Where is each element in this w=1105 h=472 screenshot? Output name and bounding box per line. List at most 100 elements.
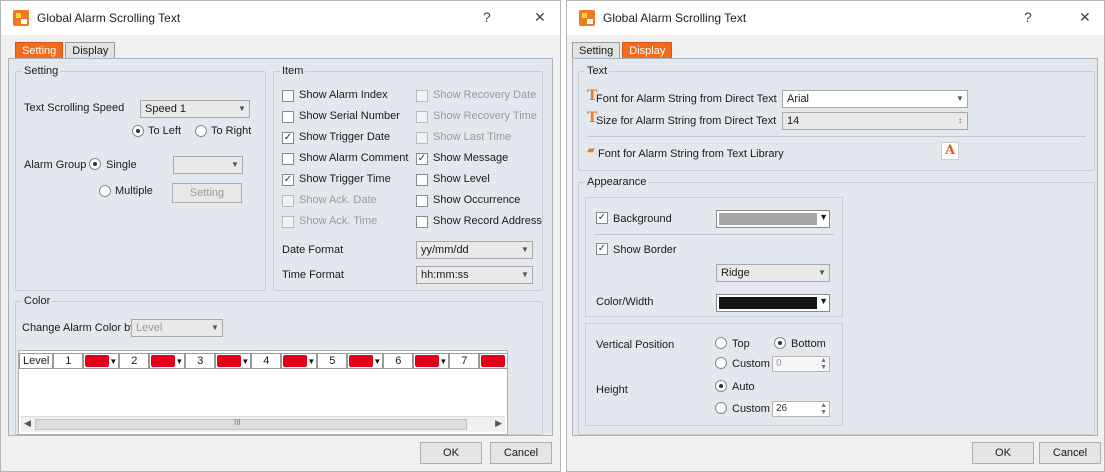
window-title: Global Alarm Scrolling Text: [603, 11, 747, 25]
tab-setting[interactable]: Setting: [15, 42, 64, 59]
close-icon[interactable]: ✕: [534, 9, 546, 26]
level-color-picker[interactable]: ▼: [215, 353, 252, 369]
ok-button[interactable]: OK: [972, 442, 1034, 464]
item-checkbox[interactable]: ✓: [416, 153, 428, 165]
tab-setting[interactable]: Setting: [572, 42, 621, 59]
custom-height-radio[interactable]: [715, 402, 727, 414]
scroll-grip: III: [234, 418, 241, 427]
item-checkbox[interactable]: [282, 195, 294, 207]
change-color-by-select[interactable]: Level ▼: [131, 319, 223, 337]
setting-group-title: Setting: [22, 65, 61, 77]
text-group: Text T Font for Alarm String from Direct…: [578, 65, 1095, 171]
level-number: 2: [119, 353, 150, 369]
item-checkbox-label: Show Record Address: [433, 215, 542, 227]
app-icon: [579, 10, 595, 26]
speed-select[interactable]: Speed 1 ▼: [140, 100, 250, 118]
chevron-down-icon: ▼: [521, 270, 529, 279]
item-checkbox[interactable]: [282, 90, 294, 102]
level-color-picker[interactable]: ▼: [413, 353, 450, 369]
tab-content: Setting Text Scrolling Speed Speed 1 ▼ T…: [8, 58, 553, 436]
ok-button[interactable]: OK: [420, 442, 482, 464]
tab-display[interactable]: Display: [65, 42, 116, 59]
border-color-picker[interactable]: ▼: [716, 294, 830, 312]
show-border-checkbox[interactable]: ✓: [596, 243, 608, 255]
change-color-by-label: Change Alarm Color by: [22, 322, 136, 334]
background-color-picker[interactable]: ▼: [716, 210, 830, 228]
alarm-group-setting-button[interactable]: Setting: [172, 183, 242, 203]
chevron-down-icon: ▼: [373, 356, 382, 366]
single-radio[interactable]: [89, 158, 101, 170]
font-picker-icon[interactable]: A: [941, 142, 959, 160]
tab-display-label: Display: [629, 45, 666, 57]
level-number: 7: [449, 353, 480, 369]
custom-position-value: 0: [776, 358, 782, 369]
to-left-label: To Left: [148, 125, 182, 137]
top-radio[interactable]: [715, 337, 727, 349]
item-checkbox[interactable]: ✓: [282, 132, 294, 144]
scroll-left-icon[interactable]: ◀: [24, 418, 31, 429]
item-checkbox[interactable]: ✓: [282, 174, 294, 186]
font-library-label: Font for Alarm String from Text Library: [598, 148, 784, 160]
item-checkbox[interactable]: [282, 153, 294, 165]
background-border-panel: ✓ Background ▼ ✓ Show Border Ridge ▼ Col…: [585, 197, 843, 317]
item-checkbox-label: Show Occurrence: [433, 194, 521, 206]
custom-position-radio[interactable]: [715, 357, 727, 369]
multiple-label: Multiple: [115, 185, 153, 197]
scroll-thumb[interactable]: III: [35, 418, 467, 430]
size-direct-spinner[interactable]: 14 ↕: [782, 112, 968, 130]
color-width-label: Color/Width: [596, 296, 654, 308]
level-color-picker[interactable]: ▼: [479, 353, 507, 369]
level-color-picker[interactable]: ▼: [347, 353, 384, 369]
to-left-radio[interactable]: [132, 125, 144, 137]
item-checkbox[interactable]: [282, 111, 294, 123]
help-button[interactable]: ?: [483, 9, 491, 25]
item-checkbox[interactable]: [416, 174, 428, 186]
alarm-group-select[interactable]: ▼: [173, 156, 243, 174]
level-number: 4: [251, 353, 282, 369]
scroll-right-icon[interactable]: ▶: [495, 418, 502, 429]
auto-height-radio[interactable]: [715, 380, 727, 392]
tab-strip: Setting Display: [15, 42, 117, 59]
custom-height-spinner[interactable]: 26 ▲ ▼: [772, 401, 830, 417]
help-button[interactable]: ?: [1024, 9, 1032, 25]
item-checkbox-label: Show Ack. Date: [299, 194, 377, 206]
dialog-display: Global Alarm Scrolling Text ? ✕ Setting …: [566, 0, 1105, 472]
custom-position-spinner[interactable]: 0 ▲ ▼: [772, 356, 830, 372]
background-checkbox[interactable]: ✓: [596, 212, 608, 224]
font-direct-select[interactable]: Arial ▼: [782, 90, 968, 108]
level-number: 1: [53, 353, 84, 369]
item-checkbox[interactable]: [416, 132, 428, 144]
time-format-select[interactable]: hh:mm:ss ▼: [416, 266, 533, 284]
item-checkbox-label: Show Last Time: [433, 131, 512, 143]
tab-display[interactable]: Display: [622, 42, 673, 59]
level-color-swatch: [415, 355, 440, 367]
chevron-down-icon: ▼: [238, 104, 246, 113]
border-style-value: Ridge: [721, 267, 750, 279]
level-color-picker[interactable]: ▼: [83, 353, 120, 369]
multiple-radio[interactable]: [99, 185, 111, 197]
item-checkbox[interactable]: [282, 216, 294, 228]
tab-strip: Setting Display: [572, 42, 674, 59]
show-border-label: Show Border: [613, 244, 677, 256]
item-checkbox[interactable]: [416, 90, 428, 102]
separator: [587, 136, 1086, 137]
item-checkbox[interactable]: [416, 111, 428, 123]
item-checkbox[interactable]: [416, 195, 428, 207]
level-color-picker[interactable]: ▼: [281, 353, 318, 369]
date-format-select[interactable]: yy/mm/dd ▼: [416, 241, 533, 259]
border-style-select[interactable]: Ridge ▼: [716, 264, 830, 282]
close-icon[interactable]: ✕: [1079, 9, 1091, 26]
horizontal-scrollbar[interactable]: ◀ III ▶: [21, 416, 505, 432]
bottom-radio[interactable]: [774, 337, 786, 349]
cancel-button[interactable]: Cancel: [490, 442, 552, 464]
size-direct-label: Size for Alarm String from Direct Text: [596, 115, 777, 127]
tab-setting-label: Setting: [579, 45, 614, 57]
top-label: Top: [732, 338, 750, 350]
cancel-button[interactable]: Cancel: [1039, 442, 1101, 464]
date-format-value: yy/mm/dd: [421, 244, 469, 256]
level-color-picker[interactable]: ▼: [149, 353, 186, 369]
chevron-down-icon: ▼: [819, 296, 828, 306]
change-color-by-value: Level: [136, 322, 163, 334]
item-checkbox[interactable]: [416, 216, 428, 228]
to-right-radio[interactable]: [195, 125, 207, 137]
